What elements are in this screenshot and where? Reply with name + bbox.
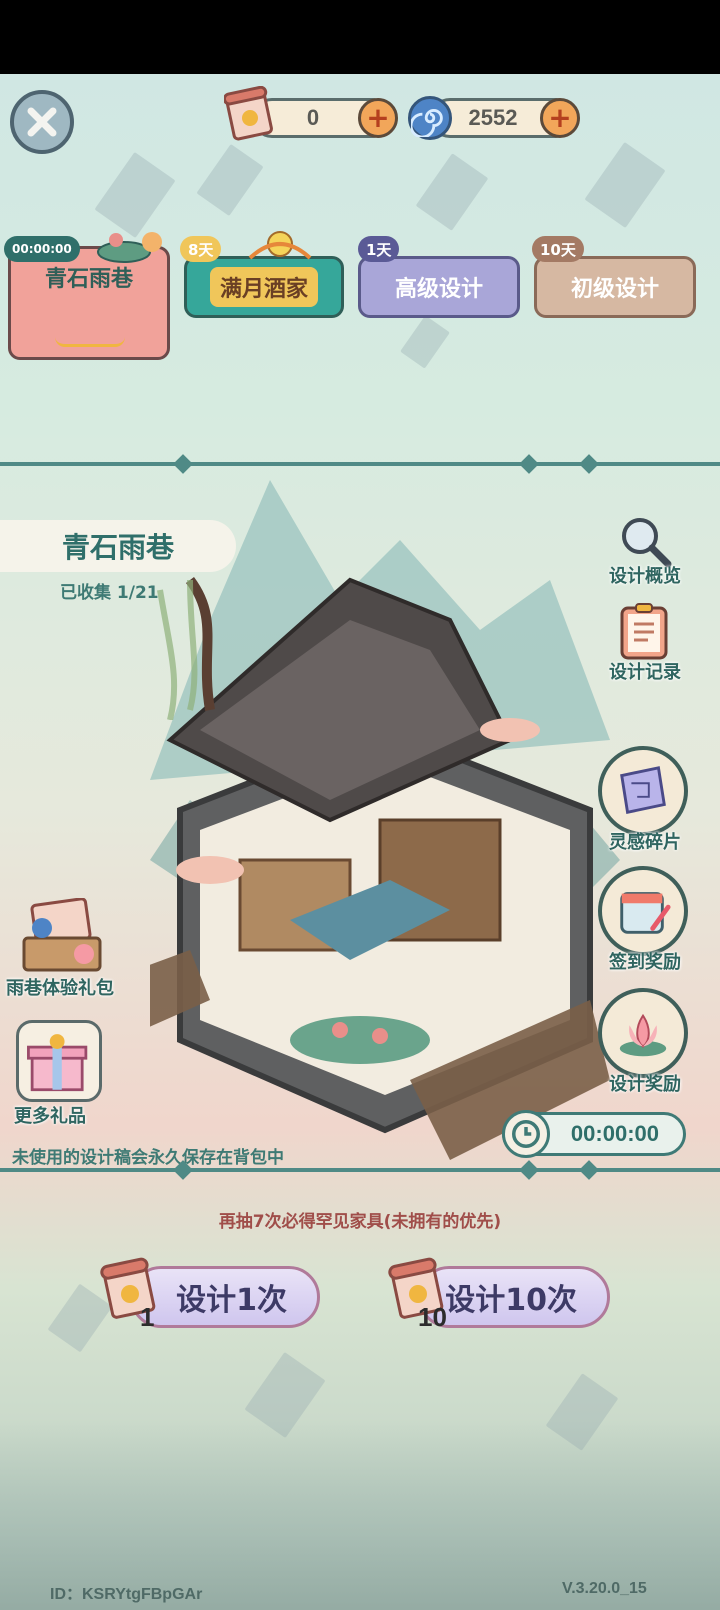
pity-hint: 再抽7次必得罕见家具(未拥有的优先) — [218, 1212, 502, 1232]
calendar-icon — [620, 892, 671, 934]
swirl-coin-icon — [408, 96, 452, 140]
coin-count: 2552 — [468, 105, 518, 130]
more-gifts-button[interactable] — [16, 1020, 102, 1102]
gift-pack-icon — [22, 897, 102, 972]
design-scroll-icon — [222, 85, 276, 142]
add-coin-button[interactable]: + — [540, 98, 580, 138]
divider-ornament — [173, 454, 193, 474]
scroll-count: 0 — [306, 105, 320, 130]
clipboard-icon — [620, 603, 668, 660]
inspiration-fragments-button[interactable] — [598, 746, 688, 836]
player-id: ID：KSRYtgFBpGAr — [50, 1586, 203, 1603]
decor-shard — [400, 315, 450, 369]
plus-icon: + — [366, 101, 390, 134]
inspiration-fragments-label: 灵感碎片 — [609, 832, 681, 853]
divider-ornament — [579, 454, 599, 474]
clock-icon — [502, 1110, 550, 1158]
design-records-button[interactable] — [618, 602, 670, 660]
willow-tree-icon — [150, 560, 270, 721]
tab-days-badge: 8天 — [180, 236, 222, 262]
decor-shard — [584, 141, 666, 229]
draw-ten-cost: 10 — [418, 1302, 447, 1332]
design-overview-label: 设计概览 — [609, 566, 681, 587]
status-bar — [0, 0, 720, 74]
checkin-reward-button[interactable] — [598, 866, 688, 956]
ornament-icon — [55, 337, 125, 347]
divider-bottom — [0, 1168, 720, 1172]
draw-once-label: 设计1次 — [176, 1283, 287, 1318]
decor-shard — [94, 151, 176, 239]
tab-manyue-jiujia[interactable]: 满月酒家 — [184, 256, 344, 318]
storage-notice: 未使用的设计稿会永久保存在背包中 — [12, 1148, 284, 1168]
tab-label: 满月酒家 — [209, 267, 318, 307]
lotus-leaf-icon — [96, 228, 166, 264]
tab-basic-design[interactable]: 初级设计 — [534, 256, 696, 318]
more-gifts-label: 更多礼品 — [14, 1106, 86, 1127]
plus-icon: + — [548, 101, 572, 134]
design-records-label: 设计记录 — [609, 662, 681, 683]
divider-ornament — [519, 454, 539, 474]
gift-pack-label: 雨巷体验礼包 — [6, 978, 114, 999]
timer-value: 00:00:00 — [570, 1121, 659, 1146]
gift-pack-button[interactable] — [20, 897, 104, 974]
design-reward-button[interactable] — [598, 988, 688, 1078]
design-reward-label: 设计奖励 — [609, 1074, 681, 1095]
decor-shard — [415, 153, 489, 231]
close-button[interactable] — [10, 90, 74, 154]
divider-top — [0, 462, 720, 466]
version-label: V.3.20.0_15 — [562, 1580, 647, 1597]
draw-ten-label: 设计10次 — [445, 1283, 577, 1318]
decor-shard — [196, 143, 264, 217]
collected-count: 已收集 1/21 — [60, 583, 159, 603]
close-icon — [27, 107, 57, 137]
tab-days-badge: 10天 — [532, 236, 584, 262]
lotus-icon — [619, 1013, 667, 1057]
tab-label: 青石雨巷 — [44, 267, 133, 292]
blueprint-icon — [620, 766, 666, 814]
tab-label: 高级设计 — [394, 277, 483, 302]
tab-label: 初级设计 — [570, 277, 659, 302]
gift-box-icon — [27, 1034, 88, 1092]
scene-title: 青石雨巷 — [0, 520, 236, 572]
tab-days-badge: 1天 — [358, 236, 400, 262]
moon-ornament-icon — [240, 230, 320, 260]
tab-timer-badge: 00:00:00 — [4, 236, 80, 262]
add-scroll-button[interactable]: + — [358, 98, 398, 138]
draw-once-cost: 1 — [140, 1302, 155, 1332]
tab-advanced-design[interactable]: 高级设计 — [358, 256, 520, 318]
checkin-reward-label: 签到奖励 — [609, 952, 681, 973]
